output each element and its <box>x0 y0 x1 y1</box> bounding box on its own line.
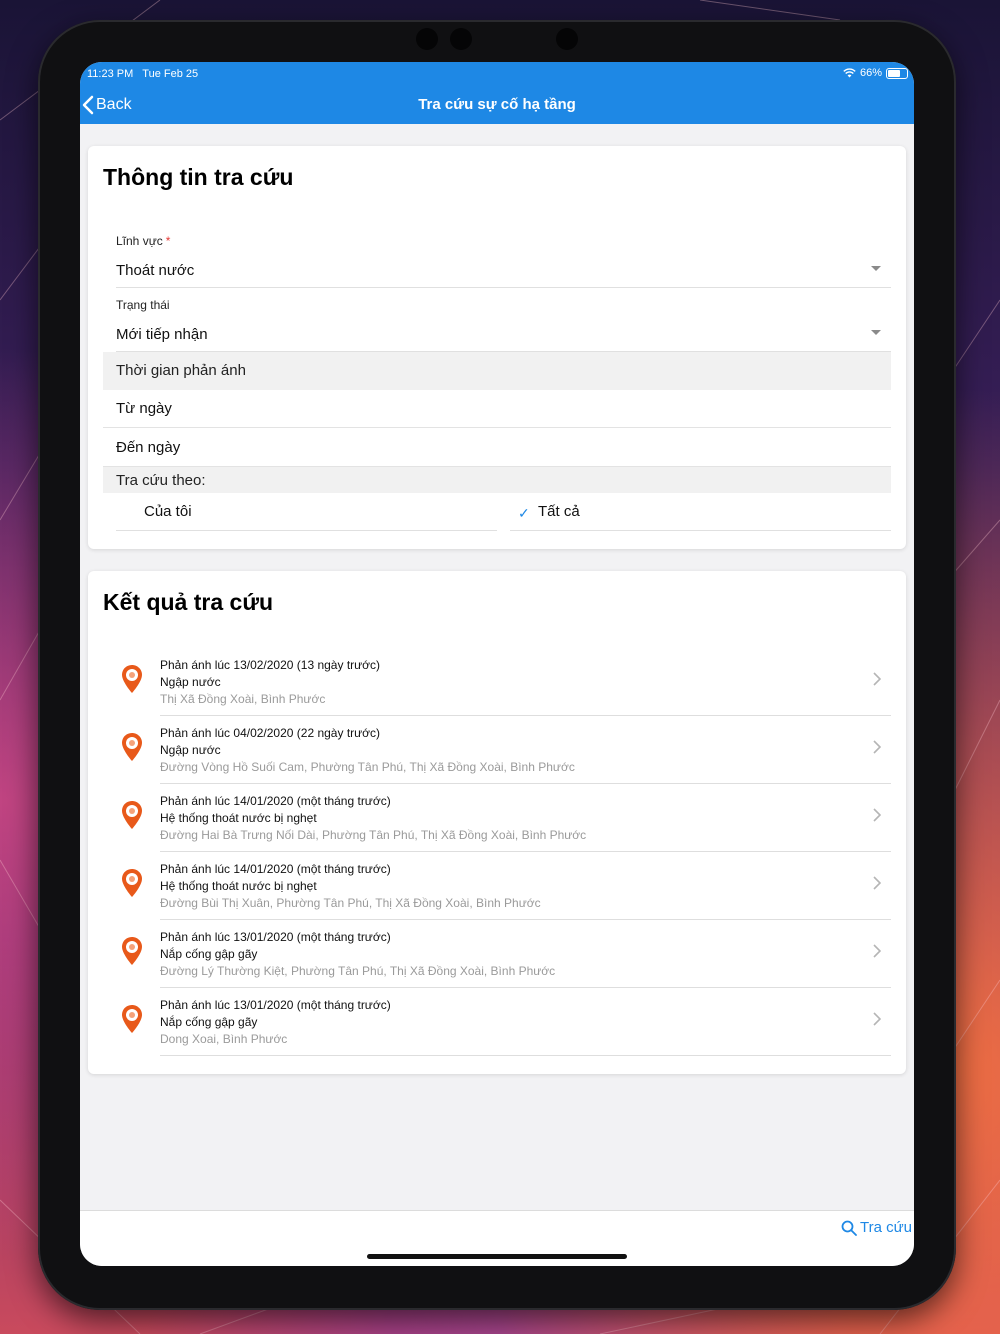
camera-dot <box>450 28 472 50</box>
result-item[interactable]: Phản ánh lúc 14/01/2020 (một tháng trước… <box>116 784 891 852</box>
location-pin-icon <box>122 801 142 829</box>
option-all-label: Tất cả <box>538 503 580 520</box>
app-screen: 11:23 PM Tue Feb 25 66% Back Tra cứu sự … <box>80 62 914 1266</box>
option-all[interactable]: ✓ Tất cả <box>510 493 891 531</box>
chevron-right-icon <box>873 876 881 890</box>
results-title: Kết quả tra cứu <box>103 589 274 615</box>
chevron-right-icon <box>873 808 881 822</box>
result-time: Phản ánh lúc 04/02/2020 (22 ngày trước) <box>160 726 381 740</box>
location-pin-icon <box>122 665 142 693</box>
chevron-right-icon <box>873 740 881 754</box>
battery-percent: 66% <box>859 67 882 79</box>
search-button-label: Tra cứu <box>860 1219 912 1236</box>
search-icon <box>841 1220 857 1236</box>
result-type: Nắp cống gập gãy <box>160 947 258 961</box>
field-label: Lĩnh vực * <box>116 234 170 248</box>
row-divider <box>160 1055 891 1056</box>
location-pin-icon <box>122 1005 142 1033</box>
search-button[interactable]: Tra cứu <box>841 1219 912 1236</box>
checkmark-icon: ✓ <box>518 505 530 521</box>
result-time: Phản ánh lúc 13/01/2020 (một tháng trước… <box>160 930 391 944</box>
result-type: Hệ thống thoát nước bị nghẹt <box>160 811 317 825</box>
time-section-label: Thời gian phản ánh <box>116 362 246 379</box>
to-date-label: Đến ngày <box>116 439 181 456</box>
result-address: Đường Bùi Thị Xuân, Phường Tân Phú, Thị … <box>160 896 541 910</box>
status-dropdown[interactable]: Mới tiếp nhận <box>116 316 891 352</box>
chevron-right-icon <box>873 944 881 958</box>
navigation-bar: 11:23 PM Tue Feb 25 66% Back Tra cứu sự … <box>80 62 914 124</box>
wifi-icon <box>843 68 856 78</box>
field-dropdown[interactable]: Thoát nước <box>116 252 891 288</box>
caret-down-icon <box>871 330 881 335</box>
location-pin-icon <box>122 733 142 761</box>
chevron-right-icon <box>873 1012 881 1026</box>
result-address: Đường Hai Bà Trưng Nối Dài, Phường Tân P… <box>160 828 587 842</box>
result-time: Phản ánh lúc 13/01/2020 (một tháng trước… <box>160 998 391 1012</box>
result-address: Đường Lý Thường Kiệt, Phường Tân Phú, Th… <box>160 964 556 978</box>
search-info-title: Thông tin tra cứu <box>103 164 294 190</box>
field-label-text: Lĩnh vực <box>116 234 163 248</box>
result-item[interactable]: Phản ánh lúc 14/01/2020 (một tháng trước… <box>116 852 891 920</box>
status-time: 11:23 PM Tue Feb 25 <box>87 68 198 80</box>
page-title: Tra cứu sự cố hạ tầng <box>418 96 576 113</box>
result-type: Nắp cống gập gãy <box>160 1015 258 1029</box>
option-mine-label: Của tôi <box>144 503 192 520</box>
result-item[interactable]: Phản ánh lúc 13/01/2020 (một tháng trước… <box>116 920 891 988</box>
lookup-by-label: Tra cứu theo: <box>116 472 206 489</box>
battery-icon <box>886 67 908 79</box>
camera-dot <box>416 28 438 50</box>
time-section-header: Thời gian phản ánh <box>103 352 891 390</box>
result-time: Phản ánh lúc 13/02/2020 (13 ngày trước) <box>160 658 381 672</box>
status-right: 66% <box>843 67 908 79</box>
required-mark: * <box>165 234 171 248</box>
result-time: Phản ánh lúc 14/01/2020 (một tháng trước… <box>160 862 391 876</box>
field-value: Thoát nước <box>116 262 195 279</box>
to-date-row[interactable]: Đến ngày <box>103 429 891 467</box>
result-item[interactable]: Phản ánh lúc 13/02/2020 (13 ngày trước) … <box>116 648 891 716</box>
result-address: Dong Xoai, Bình Phước <box>160 1032 288 1046</box>
caret-down-icon <box>871 266 881 271</box>
camera-dot <box>556 28 578 50</box>
result-time: Phản ánh lúc 14/01/2020 (một tháng trước… <box>160 794 391 808</box>
status-date: Tue Feb 25 <box>142 68 199 80</box>
battery-level <box>888 69 900 77</box>
status-value: Mới tiếp nhận <box>116 326 208 343</box>
status-bar: 11:23 PM Tue Feb 25 66% <box>80 62 914 84</box>
option-mine[interactable]: Của tôi <box>116 493 497 531</box>
lookup-by-header: Tra cứu theo: <box>103 467 891 493</box>
location-pin-icon <box>122 869 142 897</box>
results-card: Kết quả tra cứu Phản ánh lúc 13/02/2020 … <box>88 571 906 1074</box>
from-date-row[interactable]: Từ ngày <box>103 390 891 428</box>
home-indicator[interactable] <box>367 1254 627 1259</box>
result-item[interactable]: Phản ánh lúc 13/01/2020 (một tháng trước… <box>116 988 891 1056</box>
location-pin-icon <box>122 937 142 965</box>
status-label: Trạng thái <box>116 298 170 312</box>
from-date-label: Từ ngày <box>116 400 172 417</box>
result-type: Hệ thống thoát nước bị nghẹt <box>160 879 317 893</box>
search-info-card: Thông tin tra cứu Lĩnh vực * Thoát nước T… <box>88 146 906 549</box>
result-address: Thị Xã Đồng Xoài, Bình Phước <box>160 692 326 706</box>
result-type: Ngập nước <box>160 743 221 757</box>
result-type: Ngập nước <box>160 675 221 689</box>
status-clock: 11:23 PM <box>87 68 134 80</box>
result-address: Đường Vòng Hồ Suối Cam, Phường Tân Phú, … <box>160 760 575 774</box>
result-item[interactable]: Phản ánh lúc 04/02/2020 (22 ngày trước) … <box>116 716 891 784</box>
chevron-right-icon <box>873 672 881 686</box>
